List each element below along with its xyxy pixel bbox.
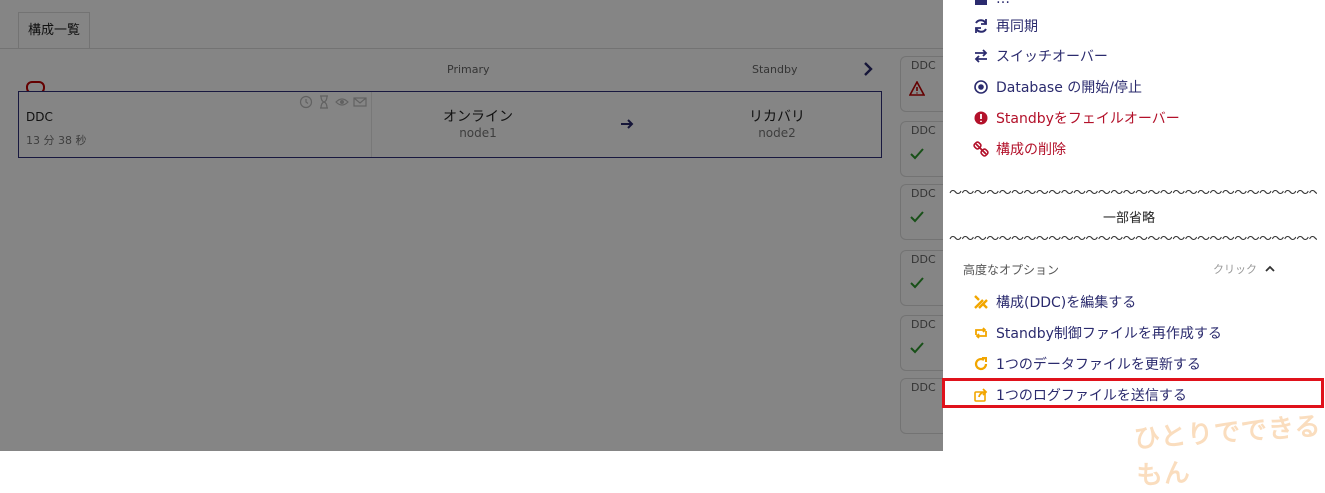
- menu-item-resync-label: 再同期: [996, 19, 1038, 35]
- omission-wave-top: 〜〜〜〜〜〜〜〜〜〜〜〜〜〜〜〜〜〜〜〜〜〜〜〜〜〜〜〜〜〜〜〜〜〜〜〜: [949, 186, 1317, 201]
- menu-item-truncated[interactable]: …: [973, 0, 1010, 9]
- menu-item-edit-config[interactable]: 構成(DDC)を編集する: [973, 292, 1136, 312]
- omission-label: 一部省略: [1103, 211, 1156, 226]
- refresh-icon: [975, 19, 987, 33]
- menu-item-resync[interactable]: 再同期: [973, 16, 1038, 36]
- menu-item-db-start-stop-label: Database の開始/停止: [996, 80, 1142, 96]
- redo-icon: [974, 357, 988, 371]
- exchange-icon: [974, 49, 988, 63]
- click-hint: クリック: [1213, 263, 1257, 276]
- menu-item-recreate-standby-control-label: Standby制御ファイルを再作成する: [996, 326, 1222, 342]
- menu-item-recreate-standby-control[interactable]: Standby制御ファイルを再作成する: [973, 323, 1222, 343]
- menu-item-failover[interactable]: Standbyをフェイルオーバー: [973, 108, 1180, 128]
- cut-off-icon: [975, 0, 987, 5]
- menu-item-edit-config-label: 構成(DDC)を編集する: [996, 295, 1137, 311]
- unlink-icon: [973, 141, 989, 157]
- watermark-logo: ひとりでできるもん: [1133, 411, 1323, 492]
- exclamation-circle-icon: [974, 111, 988, 125]
- highlight-box: [942, 378, 1324, 408]
- menu-item-delete-config[interactable]: 構成の削除: [973, 139, 1066, 159]
- menu-item-switchover[interactable]: スイッチオーバー: [973, 46, 1108, 66]
- retweet-icon: [975, 327, 987, 339]
- omission-wave-bottom: 〜〜〜〜〜〜〜〜〜〜〜〜〜〜〜〜〜〜〜〜〜〜〜〜〜〜〜〜〜〜〜〜〜〜〜〜: [949, 232, 1317, 247]
- menu-item-switchover-label: スイッチオーバー: [996, 49, 1108, 65]
- menu-item-delete-config-label: 構成の削除: [996, 142, 1066, 158]
- modal-overlay[interactable]: [0, 0, 943, 451]
- record-circle-icon: [974, 80, 988, 94]
- menu-item-refresh-datafile[interactable]: 1つのデータファイルを更新する: [973, 354, 1201, 374]
- menu-item-failover-label: Standbyをフェイルオーバー: [996, 111, 1180, 127]
- tools-icon: [974, 295, 988, 309]
- advanced-options-header[interactable]: 高度なオプション: [963, 261, 1059, 278]
- menu-item-truncated-label: …: [996, 0, 1010, 7]
- menu-item-refresh-datafile-label: 1つのデータファイルを更新する: [996, 357, 1201, 373]
- menu-item-db-start-stop[interactable]: Database の開始/停止: [973, 77, 1142, 97]
- chevron-up-icon[interactable]: [1263, 262, 1277, 276]
